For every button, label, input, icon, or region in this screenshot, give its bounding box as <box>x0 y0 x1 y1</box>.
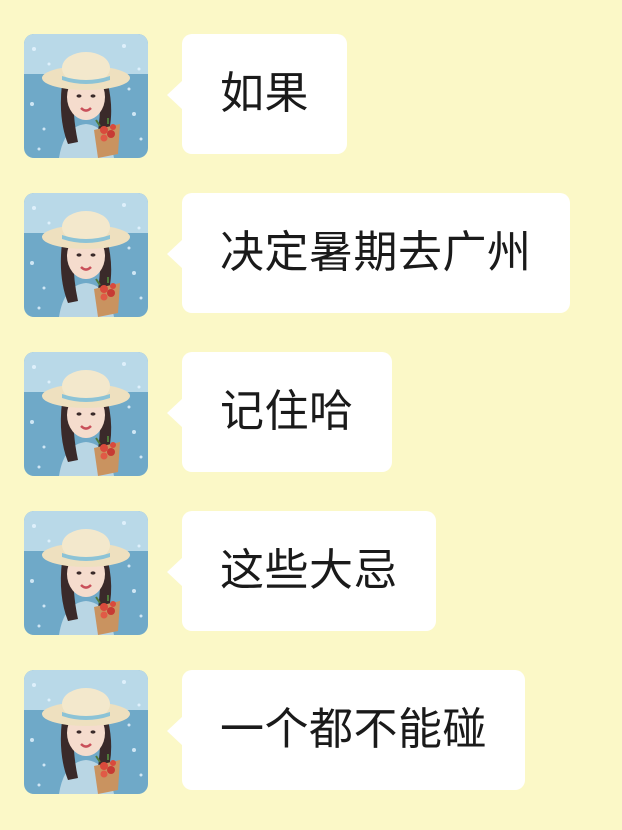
user-avatar-photo-icon <box>24 352 148 476</box>
message-row: 决定暑期去广州 <box>24 193 570 317</box>
message-bubble[interactable]: 一个都不能碰 <box>167 670 525 790</box>
message-row: 这些大忌 <box>24 511 436 635</box>
message-bubble[interactable]: 决定暑期去广州 <box>167 193 570 313</box>
user-avatar-photo-icon <box>24 670 148 794</box>
message-row: 如果 <box>24 34 347 158</box>
message-text: 如果 <box>220 68 309 119</box>
message-text: 决定暑期去广州 <box>220 227 532 278</box>
message-bubble[interactable]: 如果 <box>167 34 347 154</box>
avatar[interactable] <box>24 34 148 158</box>
avatar[interactable] <box>24 193 148 317</box>
message-bubble[interactable]: 这些大忌 <box>167 511 436 631</box>
avatar[interactable] <box>24 352 148 476</box>
user-avatar-photo-icon <box>24 511 148 635</box>
message-text: 这些大忌 <box>220 545 398 596</box>
user-avatar-photo-icon <box>24 193 148 317</box>
avatar[interactable] <box>24 511 148 635</box>
message-text: 记住哈 <box>220 386 354 437</box>
message-text: 一个都不能碰 <box>220 704 487 755</box>
chat-window: 如果 决定暑期去广州 记住哈 这些大忌 一个都不能碰 <box>0 0 622 830</box>
user-avatar-photo-icon <box>24 34 148 158</box>
message-row: 一个都不能碰 <box>24 670 525 794</box>
message-bubble[interactable]: 记住哈 <box>167 352 392 472</box>
message-row: 记住哈 <box>24 352 392 476</box>
avatar[interactable] <box>24 670 148 794</box>
